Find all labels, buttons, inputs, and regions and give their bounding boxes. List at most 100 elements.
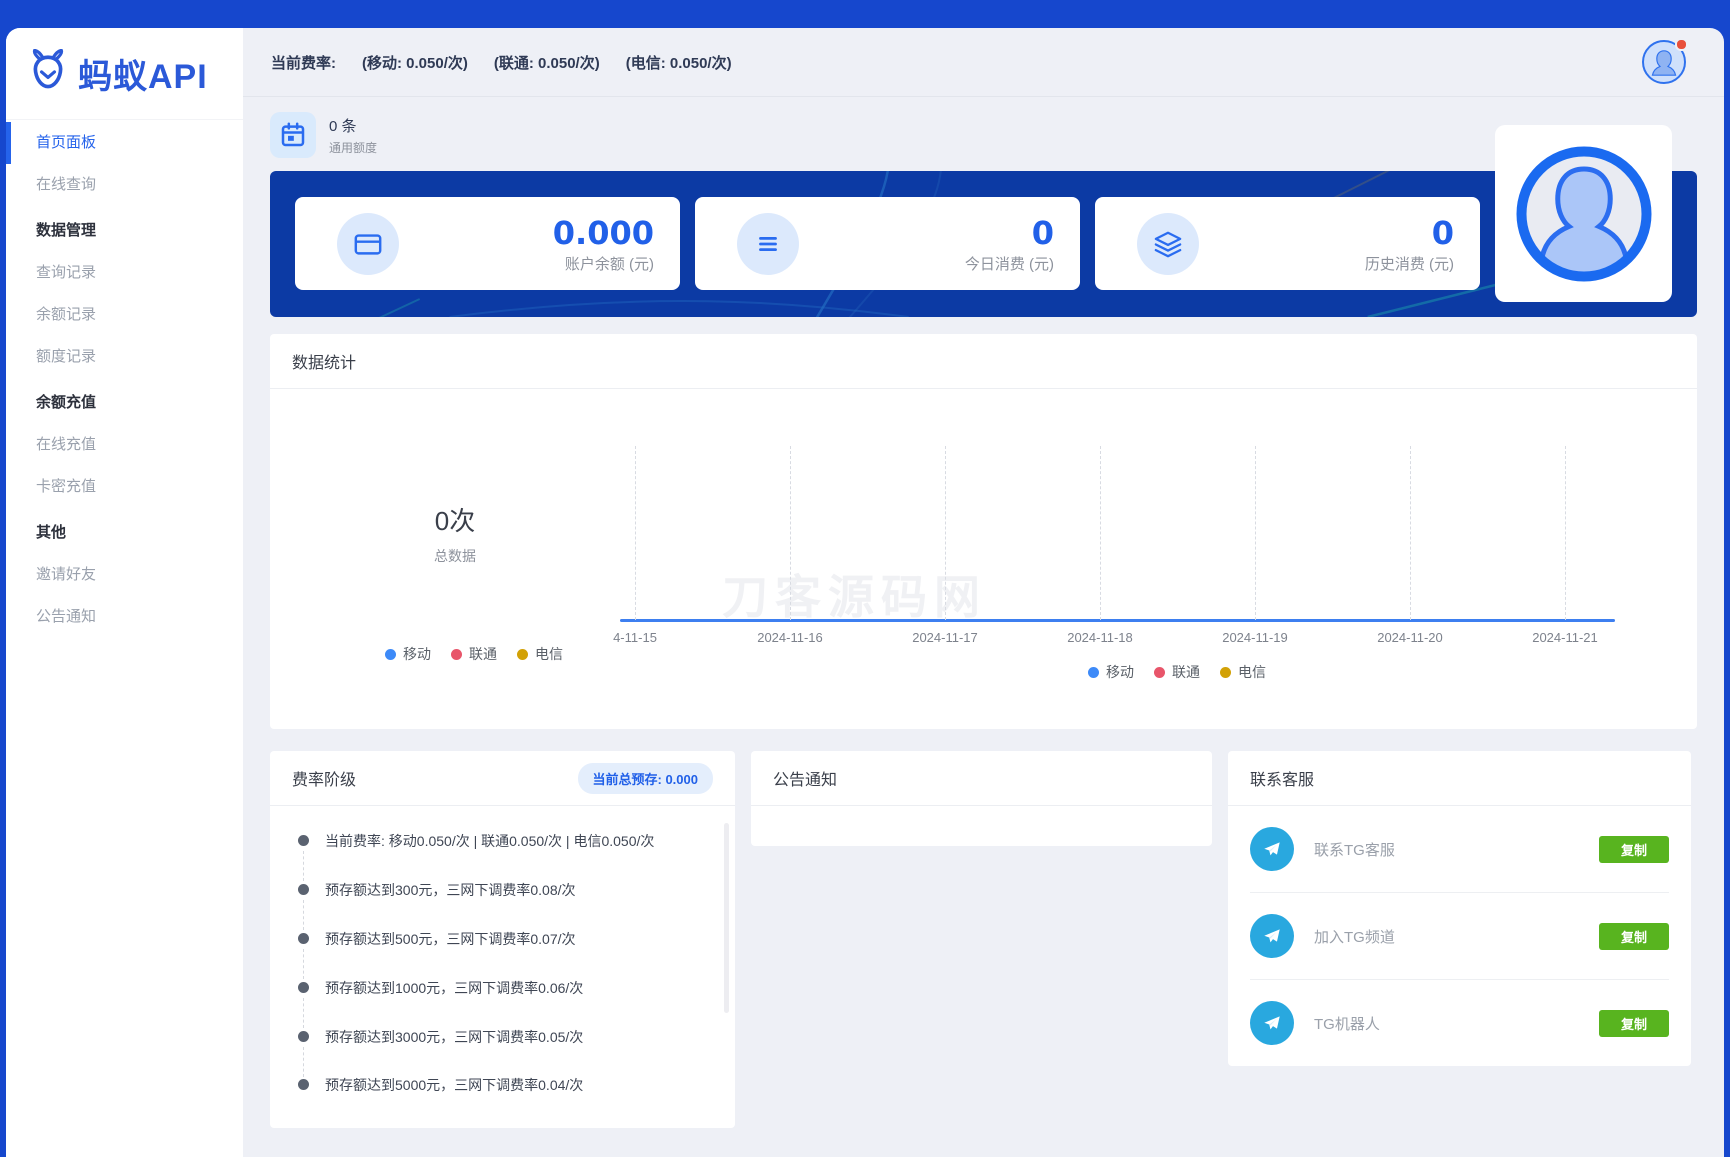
copy-button[interactable]: 复制 <box>1599 923 1669 950</box>
sidebar-item-1[interactable]: 在线查询 <box>6 164 243 206</box>
data-statistics-title: 数据统计 <box>292 349 356 373</box>
chart-gridline <box>635 446 636 620</box>
timeline-dot <box>298 933 309 944</box>
rate-tier-text: 当前费率: 移动0.050/次 | 联通0.050/次 | 电信0.050/次 <box>325 833 654 849</box>
timeline-dot <box>298 835 309 846</box>
chart-gridline <box>1255 446 1256 620</box>
timeline-dot <box>298 884 309 895</box>
chart-plot: 4-11-152024-11-162024-11-172024-11-18202… <box>635 446 1565 620</box>
legend-entry-电信[interactable]: 电信 <box>1220 662 1266 682</box>
bottom-row: 费率阶级 当前总预存: 0.000 当前费率: 移动0.050/次 | 联通0.… <box>270 751 1697 1128</box>
profile-avatar-card <box>1495 125 1672 302</box>
rate-tier-text: 预存额达到1000元，三网下调费率0.06/次 <box>325 980 583 996</box>
sidebar-item-4[interactable]: 余额记录 <box>6 294 243 336</box>
user-avatar-button[interactable] <box>1642 40 1686 84</box>
chart-total-label: 总数据 <box>390 546 520 566</box>
contact-row-0: 联系TG客服复制 <box>1228 806 1691 892</box>
sidebar-item-3[interactable]: 查询记录 <box>6 252 243 294</box>
legend-entry-电信[interactable]: 电信 <box>517 644 563 664</box>
legend-label: 电信 <box>1238 662 1266 682</box>
contact-label: TG机器人 <box>1314 1013 1380 1034</box>
data-statistics-panel: 数据统计 0次 总数据 刀客源码网 4-11-152024-11-162024-… <box>270 334 1697 729</box>
legend-label: 联通 <box>469 644 497 664</box>
rate-tier-list: 当前费率: 移动0.050/次 | 联通0.050/次 | 电信0.050/次预… <box>270 806 735 1095</box>
sidebar-item-7[interactable]: 在线充值 <box>6 424 243 466</box>
history-spend-value: 0 <box>1365 214 1454 252</box>
chart-gridline <box>1410 446 1411 620</box>
chart-tick-label: 2024-11-18 <box>1067 630 1133 645</box>
rate-tier-text: 预存额达到500元，三网下调费率0.07/次 <box>325 931 576 947</box>
legend-dot <box>1154 667 1165 678</box>
legend-dot <box>1220 667 1231 678</box>
quota-count: 0 条 <box>329 115 377 136</box>
timeline-dot <box>298 982 309 993</box>
today-spend-label: 今日消费 (元) <box>965 253 1054 274</box>
legend-dot <box>451 649 462 660</box>
sidebar-nav: 首页面板在线查询数据管理查询记录余额记录额度记录余额充值在线充值卡密充值其他邀请… <box>6 120 243 638</box>
contact-support-panel: 联系客服 联系TG客服复制加入TG频道复制TG机器人复制 <box>1228 751 1691 1066</box>
chart-axis-line <box>620 619 1615 622</box>
telegram-icon <box>1250 1001 1294 1045</box>
ant-logo-icon <box>26 49 70 98</box>
logo-text: 蚂蚁API <box>78 49 208 98</box>
contact-row-1: 加入TG频道复制 <box>1228 893 1691 979</box>
rate-tier-title: 费率阶级 <box>292 766 356 790</box>
legend-entry-联通[interactable]: 联通 <box>451 644 497 664</box>
bank-card-icon <box>337 213 399 275</box>
legend-entry-移动[interactable]: 移动 <box>1088 662 1134 682</box>
topbar: 当前费率: (移动: 0.050/次)(联通: 0.050/次)(电信: 0.0… <box>243 28 1724 97</box>
notice-body <box>751 806 1212 846</box>
legend-entry-联通[interactable]: 联通 <box>1154 662 1200 682</box>
copy-button[interactable]: 复制 <box>1599 836 1669 863</box>
rate-tier-text: 预存额达到3000元，三网下调费率0.05/次 <box>325 1029 583 1045</box>
rate-tier-item-1: 预存额达到300元，三网下调费率0.08/次 <box>298 881 713 900</box>
telegram-icon <box>1250 914 1294 958</box>
sidebar-item-11[interactable]: 公告通知 <box>6 596 243 638</box>
timeline-dot <box>298 1031 309 1042</box>
logo: 蚂蚁API <box>6 28 243 120</box>
rate-list-scrollbar[interactable] <box>724 823 729 1013</box>
chart-gridline <box>790 446 791 620</box>
notice-panel: 公告通知 <box>751 751 1212 846</box>
chart-tick-label: 2024-11-21 <box>1532 630 1598 645</box>
chart-tick-label: 2024-11-20 <box>1377 630 1443 645</box>
sidebar-section-6: 余额充值 <box>6 382 243 424</box>
legend-entry-移动[interactable]: 移动 <box>385 644 431 664</box>
sidebar-item-8[interactable]: 卡密充值 <box>6 466 243 508</box>
legend-dot <box>1088 667 1099 678</box>
stat-card-today: 0 今日消费 (元) <box>695 197 1080 290</box>
app-window: 蚂蚁API 首页面板在线查询数据管理查询记录余额记录额度记录余额充值在线充值卡密… <box>6 28 1724 1157</box>
quota-label: 通用额度 <box>329 139 377 156</box>
contact-list: 联系TG客服复制加入TG频道复制 TG机器人 复制 <box>1228 806 1691 1066</box>
chart-gridline <box>1565 446 1566 620</box>
stats-banner: 0.000 账户余额 (元) 0 今日消费 (元) <box>270 171 1697 317</box>
chart-total: 0次 总数据 <box>390 501 520 566</box>
copy-button[interactable]: 复制 <box>1599 1010 1669 1037</box>
rate-tier-item-2: 预存额达到500元，三网下调费率0.07/次 <box>298 930 713 949</box>
quota-chip: 0 条 通用额度 <box>270 107 1697 163</box>
legend-dot <box>517 649 528 660</box>
layers-icon <box>1137 213 1199 275</box>
main-area: 当前费率: (移动: 0.050/次)(联通: 0.050/次)(电信: 0.0… <box>243 28 1724 1157</box>
rate-tier-item-3: 预存额达到1000元，三网下调费率0.06/次 <box>298 979 713 998</box>
sidebar-section-2: 数据管理 <box>6 210 243 252</box>
sidebar-item-0[interactable]: 首页面板 <box>6 122 243 164</box>
rate-tier-item-0: 当前费率: 移动0.050/次 | 联通0.050/次 | 电信0.050/次 <box>298 832 713 851</box>
profile-avatar-image <box>1509 139 1659 289</box>
chart-tick-label: 4-11-15 <box>613 630 657 645</box>
chart-tick-label: 2024-11-17 <box>912 630 978 645</box>
sidebar-item-5[interactable]: 额度记录 <box>6 336 243 378</box>
timeline-dot <box>298 1079 309 1090</box>
balance-value: 0.000 <box>553 214 654 252</box>
contact-row-2: TG机器人 复制 <box>1228 980 1691 1066</box>
rate-tier-item-4: 预存额达到3000元，三网下调费率0.05/次 <box>298 1028 713 1047</box>
sidebar-item-10[interactable]: 邀请好友 <box>6 554 243 596</box>
sidebar-section-9: 其他 <box>6 512 243 554</box>
rate-segment-1: (联通: 0.050/次) <box>494 52 600 73</box>
legend-label: 移动 <box>1106 662 1134 682</box>
legend-label: 移动 <box>403 644 431 664</box>
balance-label: 账户余额 (元) <box>553 253 654 274</box>
chart-gridline <box>1100 446 1101 620</box>
rate-segment-2: (电信: 0.050/次) <box>626 52 732 73</box>
rate-tier-text: 预存额达到300元，三网下调费率0.08/次 <box>325 882 576 898</box>
